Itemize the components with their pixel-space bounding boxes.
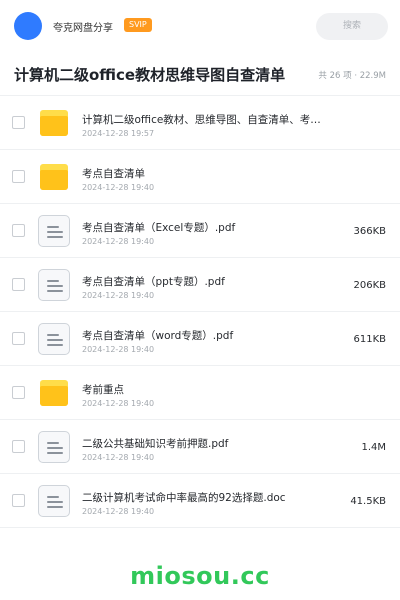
file-date: 2024-12-28 19:40 [82,345,155,354]
file-date: 2024-12-28 19:57 [82,129,155,138]
file-size: 366KB [353,226,386,237]
file-row[interactable]: 考点自查清单（ppt专题）.pdf 2024-12-28 19:40 206KB [0,258,400,312]
file-name: 计算机二级office教材、思维导图、自查清单、考… [82,114,321,126]
document-icon [38,269,70,301]
file-name: 考点自查清单（ppt专题）.pdf [82,276,225,288]
file-row[interactable]: 二级公共基础知识考前押题.pdf 2024-12-28 19:40 1.4M [0,420,400,474]
row-checkbox[interactable] [12,494,25,507]
page: 夸克网盘分享 SVIP 搜索 计算机二级office教材思维导图自查清单 共 2… [0,0,400,600]
file-name: 考前重点 [82,384,124,396]
file-row[interactable]: 考点自查清单 2024-12-28 19:40 [0,150,400,204]
document-icon [38,485,70,517]
avatar[interactable] [14,12,42,40]
file-date: 2024-12-28 19:40 [82,399,155,408]
file-size: 206KB [353,280,386,291]
file-row[interactable]: 考点自查清单（word专题）.pdf 2024-12-28 19:40 611K… [0,312,400,366]
file-date: 2024-12-28 19:40 [82,183,155,192]
file-size: 41.5KB [350,496,386,507]
file-name: 二级公共基础知识考前押题.pdf [82,438,229,450]
row-checkbox[interactable] [12,170,25,183]
search-input[interactable]: 搜索 [316,13,388,40]
svip-badge: SVIP [124,18,152,32]
document-icon [38,215,70,247]
file-date: 2024-12-28 19:40 [82,237,155,246]
folder-icon [38,107,70,139]
file-date: 2024-12-28 19:40 [82,291,155,300]
file-date: 2024-12-28 19:40 [82,507,155,516]
file-name: 二级计算机考试命中率最高的92选择题.doc [82,492,286,504]
file-size: 611KB [353,334,386,345]
item-count: 共 26 项 · 22.9M [318,71,386,81]
file-row[interactable]: 计算机二级office教材、思维导图、自查清单、考… 2024-12-28 19… [0,96,400,150]
file-row[interactable]: 考点自查清单（Excel专题）.pdf 2024-12-28 19:40 366… [0,204,400,258]
row-checkbox[interactable] [12,440,25,453]
row-checkbox[interactable] [12,116,25,129]
watermark: miosou.cc [130,562,270,590]
file-name: 考点自查清单（Excel专题）.pdf [82,222,236,234]
file-date: 2024-12-28 19:40 [82,453,155,462]
row-checkbox[interactable] [12,278,25,291]
sharer-name: 夸克网盘分享 [53,23,113,34]
folder-icon [38,377,70,409]
file-name: 考点自查清单 [82,168,145,180]
file-row[interactable]: 二级计算机考试命中率最高的92选择题.doc 2024-12-28 19:40 … [0,474,400,528]
folder-icon [38,161,70,193]
page-title: 计算机二级office教材思维导图自查清单 [14,66,286,84]
file-list: 计算机二级office教材、思维导图、自查清单、考… 2024-12-28 19… [0,96,400,528]
file-row[interactable]: 考前重点 2024-12-28 19:40 [0,366,400,420]
document-icon [38,323,70,355]
row-checkbox[interactable] [12,224,25,237]
file-size: 1.4M [361,442,386,453]
file-name: 考点自查清单（word专题）.pdf [82,330,234,342]
row-checkbox[interactable] [12,332,25,345]
folder-header: 计算机二级office教材思维导图自查清单 共 26 项 · 22.9M [0,52,400,96]
row-checkbox[interactable] [12,386,25,399]
top-bar: 夸克网盘分享 SVIP 搜索 [0,0,400,52]
document-icon [38,431,70,463]
